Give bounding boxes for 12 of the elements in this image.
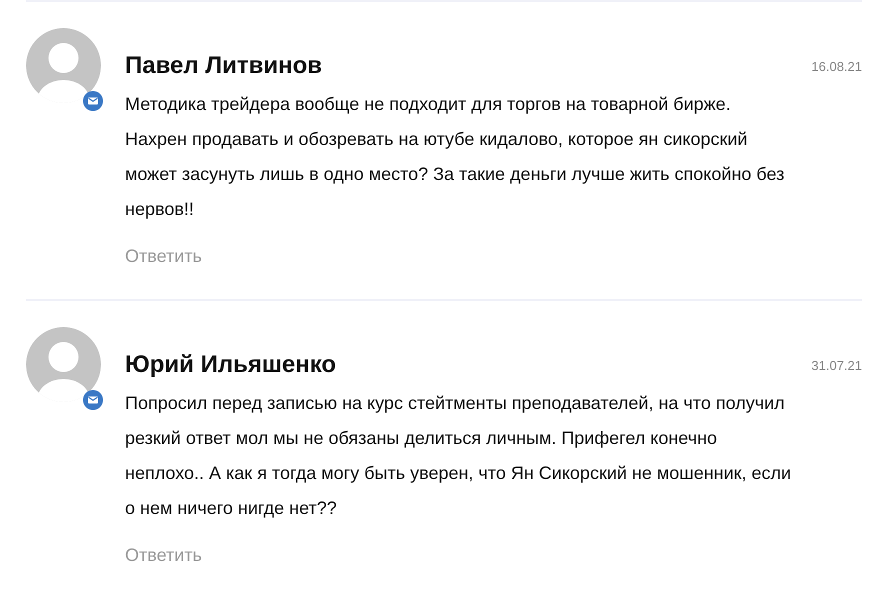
reply-link[interactable]: Ответить bbox=[125, 242, 202, 270]
comment-text: Методика трейдера вообще не подходит для торгов на товарной бирже. Нахрен продавать и обозревать на ютубе кидалово, которое ян сикорский может засунуть лишь в одно место? За такие деньги лучше жить спокойно без нервов!! bbox=[125, 92, 786, 221]
avatar-icon bbox=[26, 28, 101, 103]
reply-link[interactable]: Ответить bbox=[125, 542, 202, 569]
author-name: Павел Литвинов bbox=[125, 52, 322, 81]
comment-text: Попросил перед записью на курс стейтменты преподавателей, на что получил резкий ответ мол мы не обязаны делиться личным. Прифегел конечно неплохо.. А как я тогда могу быть уверен, что Ян Сикорский не мошенник, если о нем ничего нигде нет?? bbox=[125, 392, 792, 520]
mail-icon bbox=[83, 390, 103, 410]
avatar-icon bbox=[26, 327, 101, 402]
comment-date: 31.07.21 bbox=[811, 356, 862, 375]
comment-date: 16.08.21 bbox=[811, 58, 862, 76]
mail-icon bbox=[83, 91, 103, 111]
author-name: Юрий Ильяшенко bbox=[125, 351, 336, 380]
